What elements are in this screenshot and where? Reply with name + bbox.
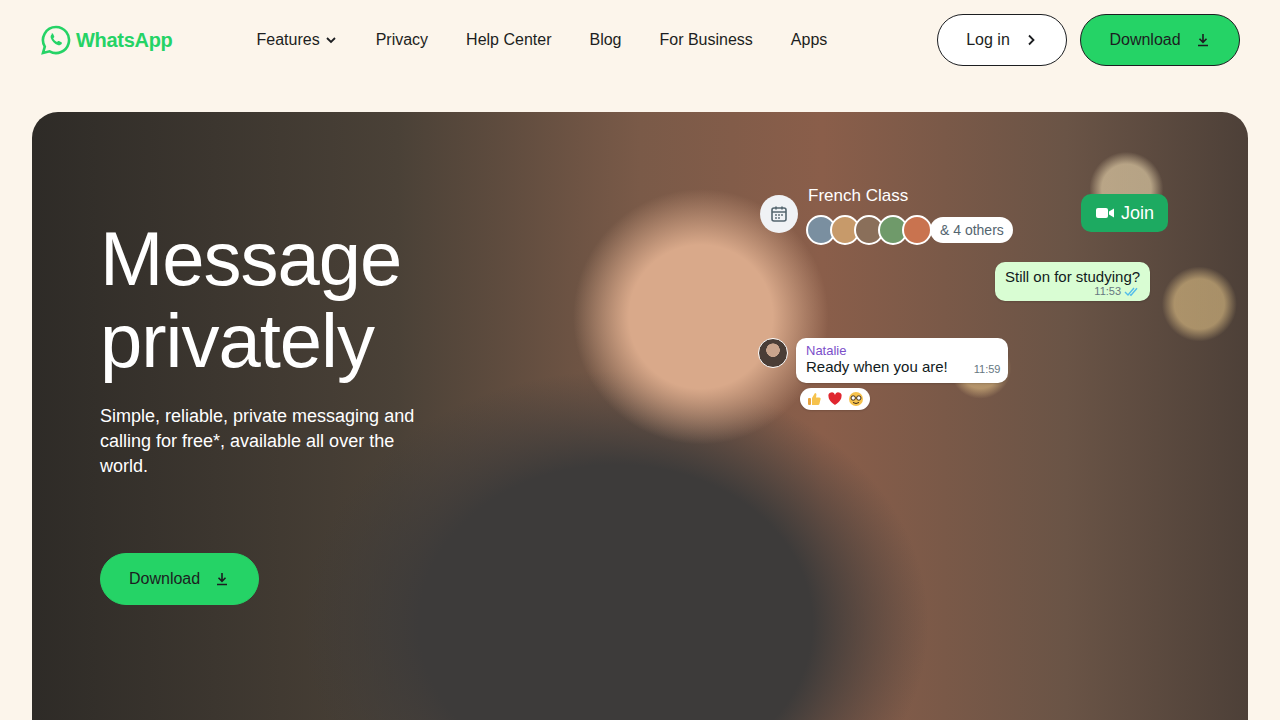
outgoing-message: Still on for studying? 11:53 (995, 262, 1150, 301)
hero-download-button[interactable]: Download (100, 553, 259, 605)
nav-item[interactable]: Blog (589, 31, 621, 49)
download-icon (214, 571, 230, 587)
nav-item[interactable]: Apps (791, 31, 827, 49)
read-ticks-icon (1124, 286, 1140, 297)
download-icon (1195, 32, 1211, 48)
join-button[interactable]: Join (1081, 194, 1168, 232)
event-title: French Class (808, 186, 908, 206)
nerd-face-icon (848, 391, 864, 407)
hero: Messageprivately Simple, reliable, priva… (32, 112, 1248, 720)
chevron-right-icon (1024, 33, 1038, 47)
nav-item[interactable]: For Business (659, 31, 752, 49)
event-participants: & 4 others (806, 215, 1013, 245)
header-actions: Log in Download (937, 14, 1240, 66)
header: WhatsApp Features Privacy Help Center Bl… (0, 0, 1280, 80)
thumbs-up-icon (806, 391, 822, 407)
heart-icon (827, 391, 843, 407)
whatsapp-logo-icon (40, 24, 72, 56)
page: WhatsApp Features Privacy Help Center Bl… (0, 0, 1280, 720)
hero-content: Messageprivately Simple, reliable, priva… (32, 112, 1248, 605)
main-nav: Features Privacy Help Center Blog For Bu… (256, 31, 827, 49)
video-icon (1095, 205, 1115, 221)
calendar-icon (760, 195, 798, 233)
participant-avatar (902, 215, 932, 245)
nav-item[interactable]: Privacy (376, 31, 428, 49)
nav-item[interactable]: Help Center (466, 31, 551, 49)
nav-item[interactable]: Features (256, 31, 337, 49)
others-count: & 4 others (930, 217, 1013, 243)
sender-avatar (758, 338, 788, 368)
reactions (800, 388, 870, 410)
login-button[interactable]: Log in (937, 14, 1067, 66)
download-button[interactable]: Download (1080, 14, 1240, 66)
chevron-down-icon (324, 33, 338, 47)
logo[interactable]: WhatsApp (40, 24, 172, 56)
hero-subtitle: Simple, reliable, private messaging and … (100, 404, 440, 479)
incoming-message: Natalie Ready when you are! 11:59 (796, 338, 1008, 383)
